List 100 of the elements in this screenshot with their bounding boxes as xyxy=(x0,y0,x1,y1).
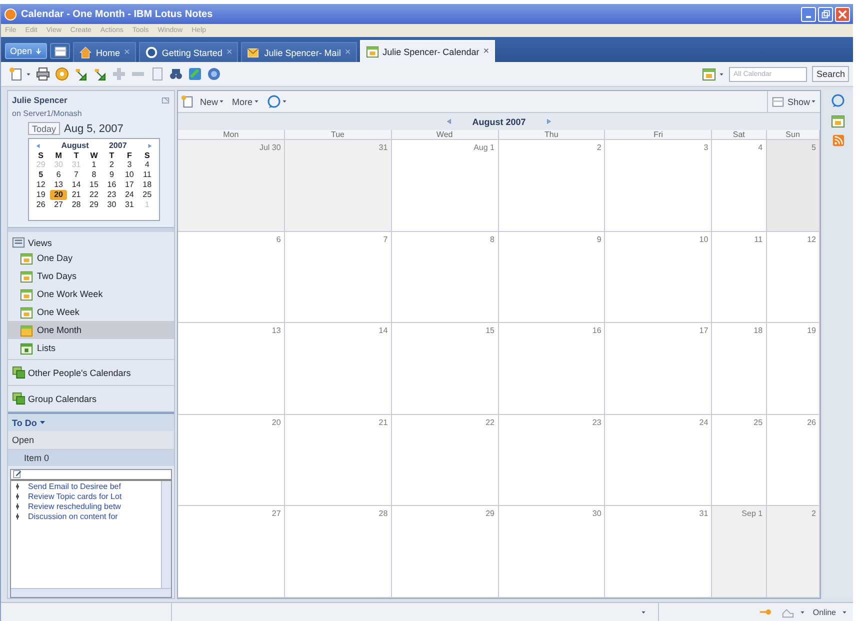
task-link[interactable]: Review rescheduling betw xyxy=(28,502,121,510)
day-cell[interactable]: 9 xyxy=(102,170,121,180)
day-cell[interactable]: 8 xyxy=(392,232,498,324)
day-cell[interactable]: 24 xyxy=(120,190,138,200)
tab[interactable]: Home × xyxy=(73,42,136,62)
day-cell[interactable]: 30 xyxy=(498,506,606,598)
todo-header[interactable]: To Do xyxy=(8,414,174,431)
day-cell[interactable]: 18 xyxy=(712,323,767,415)
tab[interactable]: Julie Spencer- Calendar × xyxy=(360,40,496,62)
day-cell[interactable]: 12 xyxy=(766,232,820,324)
tab[interactable]: Julie Spencer- Mail × xyxy=(241,42,357,62)
day-cell[interactable]: 2 xyxy=(102,160,121,170)
show-button[interactable]: Show xyxy=(767,91,820,112)
day-cell[interactable]: 31 xyxy=(605,506,712,598)
vertical-scrollbar[interactable] xyxy=(161,481,171,588)
sidebar-section[interactable]: Group Calendars xyxy=(8,386,174,412)
sidebar-item[interactable]: One Day xyxy=(8,249,174,267)
day-cell[interactable]: 13 xyxy=(50,180,68,190)
day-cell[interactable]: 16 xyxy=(498,323,606,415)
tab[interactable]: Getting Started × xyxy=(138,42,238,62)
day-cell[interactable]: 26 xyxy=(766,414,820,506)
window-switch-button[interactable] xyxy=(50,43,70,59)
day-cell[interactable]: 20 xyxy=(50,190,68,200)
day-cell[interactable]: 7 xyxy=(284,232,392,324)
day-cell[interactable]: 21 xyxy=(67,190,86,200)
day-cell[interactable]: 25 xyxy=(138,190,156,200)
day-cell[interactable]: 15 xyxy=(85,180,103,190)
day-cell[interactable]: 9 xyxy=(498,232,606,324)
day-cell[interactable]: 23 xyxy=(498,414,606,506)
today-button[interactable]: Today xyxy=(28,122,60,135)
day-cell[interactable]: 10 xyxy=(605,232,712,324)
day-cell[interactable]: 21 xyxy=(284,414,392,506)
horizontal-scrollbar[interactable] xyxy=(11,588,171,597)
day-cell[interactable]: Jul 30 xyxy=(178,140,285,232)
task-link[interactable]: Review Topic cards for Lot xyxy=(28,492,122,500)
day-cell[interactable]: 16 xyxy=(102,180,121,190)
day-cell[interactable]: 19 xyxy=(32,190,50,200)
tab-close-icon[interactable]: × xyxy=(344,47,351,58)
day-cell[interactable]: 24 xyxy=(605,414,712,506)
day-cell[interactable]: 14 xyxy=(67,180,86,190)
sidebar-item[interactable]: One Work Week xyxy=(8,285,174,303)
day-cell[interactable]: 30 xyxy=(102,200,121,210)
task-link[interactable]: Discussion on content for xyxy=(28,512,118,520)
day-cell[interactable]: 18 xyxy=(138,180,156,190)
day-cell[interactable]: 14 xyxy=(284,323,392,415)
task-link[interactable]: Send Email to Desiree bef xyxy=(28,482,121,490)
day-cell[interactable]: 1 xyxy=(85,160,103,170)
sidebar-item[interactable]: Two Days xyxy=(8,267,174,285)
day-cell[interactable]: 6 xyxy=(178,232,285,324)
day-cell[interactable]: 27 xyxy=(178,506,285,598)
group-row[interactable]: Item 0 xyxy=(8,450,174,466)
open-button[interactable]: Open xyxy=(5,43,48,59)
day-cell[interactable]: 7 xyxy=(67,170,86,180)
day-cell[interactable]: 31 xyxy=(284,140,392,232)
day-cell[interactable]: 5 xyxy=(766,140,820,232)
minimize-button[interactable] xyxy=(801,6,816,22)
day-cell[interactable]: 6 xyxy=(50,170,68,180)
sidebar-item[interactable]: One Week xyxy=(8,303,174,321)
action-button[interactable]: New xyxy=(198,96,226,106)
tab-close-icon[interactable]: × xyxy=(483,46,490,57)
day-cell[interactable]: 4 xyxy=(712,140,767,232)
day-cell[interactable]: 13 xyxy=(178,323,285,415)
day-cell[interactable]: 10 xyxy=(120,170,138,180)
day-cell[interactable]: 28 xyxy=(284,506,392,598)
day-cell[interactable]: 28 xyxy=(67,200,86,210)
day-cell[interactable]: 22 xyxy=(85,190,103,200)
day-cell[interactable]: 17 xyxy=(605,323,712,415)
day-cell[interactable]: 3 xyxy=(120,160,138,170)
tab-close-icon[interactable]: × xyxy=(226,47,232,58)
day-cell[interactable]: 31 xyxy=(120,200,138,210)
action-button[interactable]: More xyxy=(230,96,261,106)
day-cell[interactable]: 11 xyxy=(712,232,767,324)
day-cell[interactable]: 5 xyxy=(32,170,50,180)
day-cell[interactable]: 29 xyxy=(392,506,498,598)
day-cell[interactable]: 26 xyxy=(32,200,50,210)
sidebar-item[interactable]: Lists xyxy=(8,339,174,357)
day-cell[interactable]: 17 xyxy=(120,180,138,190)
day-cell[interactable]: 4 xyxy=(138,160,156,170)
day-cell[interactable]: 27 xyxy=(50,200,68,210)
day-cell[interactable]: 11 xyxy=(138,170,156,180)
day-cell[interactable]: Sep 1 xyxy=(712,506,767,598)
sidebar-item[interactable]: One Month xyxy=(8,321,174,339)
day-cell[interactable]: 15 xyxy=(392,323,498,415)
day-cell[interactable]: 2 xyxy=(766,506,820,598)
day-cell[interactable]: 22 xyxy=(392,414,498,506)
day-cell[interactable]: 29 xyxy=(85,200,103,210)
day-cell[interactable]: 19 xyxy=(766,323,820,415)
day-cell[interactable]: 2 xyxy=(498,140,606,232)
day-cell[interactable]: 12 xyxy=(32,180,50,190)
day-cell[interactable]: 8 xyxy=(85,170,103,180)
close-button[interactable] xyxy=(835,6,850,22)
tab-close-icon[interactable]: × xyxy=(124,47,130,58)
search-button[interactable]: Search xyxy=(812,66,849,82)
restore-button[interactable] xyxy=(818,6,833,22)
day-cell[interactable]: 3 xyxy=(605,140,712,232)
day-cell[interactable]: Aug 1 xyxy=(392,140,498,232)
day-cell[interactable]: 20 xyxy=(178,414,285,506)
sidebar-section[interactable]: Other People's Calendars xyxy=(8,360,174,386)
connection-status[interactable]: Online xyxy=(812,608,836,616)
day-cell[interactable]: 23 xyxy=(102,190,121,200)
